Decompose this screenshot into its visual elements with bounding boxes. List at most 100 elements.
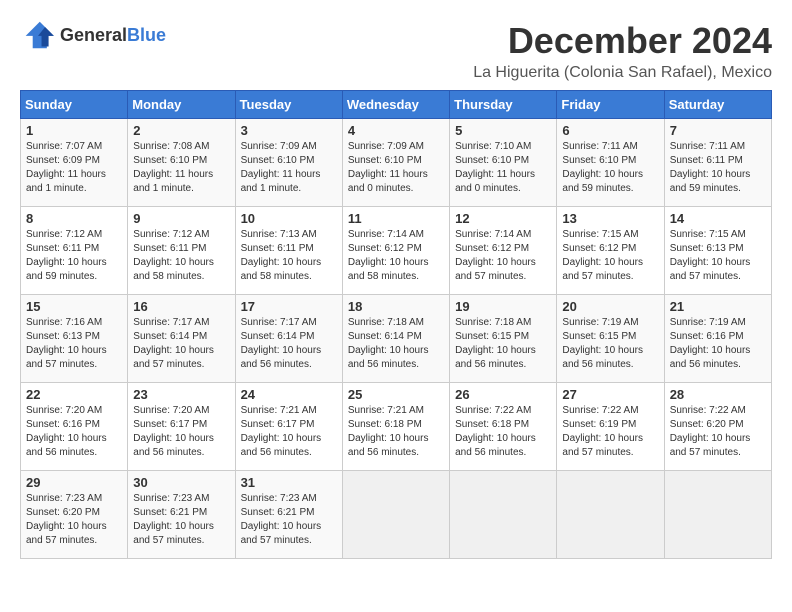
day-info: Sunrise: 7:08 AM Sunset: 6:10 PM Dayligh… [133,140,229,196]
daylight-label: Daylight: 10 hours and 57 minutes. [241,521,322,546]
day-info: Sunrise: 7:11 AM Sunset: 6:11 PM Dayligh… [670,140,766,196]
daylight-label: Daylight: 10 hours and 57 minutes. [562,433,643,458]
calendar-cell: 16 Sunrise: 7:17 AM Sunset: 6:14 PM Dayl… [128,295,235,383]
day-info: Sunrise: 7:15 AM Sunset: 6:13 PM Dayligh… [670,228,766,284]
daylight-label: Daylight: 10 hours and 57 minutes. [133,521,214,546]
sunset-label: Sunset: 6:11 PM [26,243,99,254]
day-info: Sunrise: 7:18 AM Sunset: 6:15 PM Dayligh… [455,316,551,372]
sunrise-label: Sunrise: 7:07 AM [26,141,102,152]
logo-blue: Blue [127,25,166,45]
day-number: 15 [26,299,122,314]
sunset-label: Sunset: 6:19 PM [562,419,636,430]
calendar-cell: 19 Sunrise: 7:18 AM Sunset: 6:15 PM Dayl… [450,295,557,383]
sunrise-label: Sunrise: 7:10 AM [455,141,531,152]
sunset-label: Sunset: 6:11 PM [241,243,314,254]
day-info: Sunrise: 7:09 AM Sunset: 6:10 PM Dayligh… [348,140,444,196]
calendar-cell: 20 Sunrise: 7:19 AM Sunset: 6:15 PM Dayl… [557,295,664,383]
calendar-cell: 17 Sunrise: 7:17 AM Sunset: 6:14 PM Dayl… [235,295,342,383]
daylight-label: Daylight: 10 hours and 57 minutes. [133,345,214,370]
calendar-cell [664,471,771,559]
sunset-label: Sunset: 6:10 PM [133,155,207,166]
sunrise-label: Sunrise: 7:20 AM [26,405,102,416]
day-info: Sunrise: 7:12 AM Sunset: 6:11 PM Dayligh… [133,228,229,284]
day-number: 18 [348,299,444,314]
day-info: Sunrise: 7:15 AM Sunset: 6:12 PM Dayligh… [562,228,658,284]
day-number: 14 [670,211,766,226]
calendar-table: SundayMondayTuesdayWednesdayThursdayFrid… [20,90,772,559]
sunrise-label: Sunrise: 7:14 AM [348,229,424,240]
calendar-cell: 24 Sunrise: 7:21 AM Sunset: 6:17 PM Dayl… [235,383,342,471]
day-info: Sunrise: 7:17 AM Sunset: 6:14 PM Dayligh… [241,316,337,372]
day-number: 5 [455,123,551,138]
calendar-cell [342,471,449,559]
sunrise-label: Sunrise: 7:21 AM [348,405,424,416]
daylight-label: Daylight: 10 hours and 59 minutes. [670,169,751,194]
sunrise-label: Sunrise: 7:20 AM [133,405,209,416]
sunset-label: Sunset: 6:13 PM [26,331,100,342]
logo: GeneralBlue [20,20,166,50]
calendar-cell: 21 Sunrise: 7:19 AM Sunset: 6:16 PM Dayl… [664,295,771,383]
sunset-label: Sunset: 6:12 PM [348,243,422,254]
daylight-label: Daylight: 11 hours and 1 minute. [241,169,321,194]
calendar-cell: 1 Sunrise: 7:07 AM Sunset: 6:09 PM Dayli… [21,119,128,207]
day-info: Sunrise: 7:19 AM Sunset: 6:15 PM Dayligh… [562,316,658,372]
calendar-cell: 8 Sunrise: 7:12 AM Sunset: 6:11 PM Dayli… [21,207,128,295]
day-info: Sunrise: 7:22 AM Sunset: 6:20 PM Dayligh… [670,404,766,460]
day-number: 2 [133,123,229,138]
day-number: 27 [562,387,658,402]
day-info: Sunrise: 7:20 AM Sunset: 6:16 PM Dayligh… [26,404,122,460]
daylight-label: Daylight: 10 hours and 57 minutes. [562,257,643,282]
day-number: 9 [133,211,229,226]
sunrise-label: Sunrise: 7:09 AM [241,141,317,152]
sunrise-label: Sunrise: 7:15 AM [670,229,746,240]
calendar-cell: 6 Sunrise: 7:11 AM Sunset: 6:10 PM Dayli… [557,119,664,207]
sunset-label: Sunset: 6:14 PM [241,331,315,342]
weekday-header-thursday: Thursday [450,91,557,119]
sunrise-label: Sunrise: 7:17 AM [133,317,209,328]
sunrise-label: Sunrise: 7:17 AM [241,317,317,328]
sunrise-label: Sunrise: 7:22 AM [455,405,531,416]
sunset-label: Sunset: 6:20 PM [26,507,100,518]
sunset-label: Sunset: 6:12 PM [562,243,636,254]
daylight-label: Daylight: 10 hours and 57 minutes. [670,257,751,282]
sunset-label: Sunset: 6:21 PM [133,507,207,518]
day-number: 29 [26,475,122,490]
calendar-cell: 18 Sunrise: 7:18 AM Sunset: 6:14 PM Dayl… [342,295,449,383]
calendar-cell: 2 Sunrise: 7:08 AM Sunset: 6:10 PM Dayli… [128,119,235,207]
sunrise-label: Sunrise: 7:12 AM [26,229,102,240]
page-header: GeneralBlue December 2024 La Higuerita (… [20,20,772,82]
sunset-label: Sunset: 6:12 PM [455,243,529,254]
sunrise-label: Sunrise: 7:23 AM [241,493,317,504]
calendar-cell: 15 Sunrise: 7:16 AM Sunset: 6:13 PM Dayl… [21,295,128,383]
calendar-cell: 23 Sunrise: 7:20 AM Sunset: 6:17 PM Dayl… [128,383,235,471]
sunset-label: Sunset: 6:17 PM [133,419,207,430]
daylight-label: Daylight: 10 hours and 58 minutes. [348,257,429,282]
sunrise-label: Sunrise: 7:16 AM [26,317,102,328]
day-number: 3 [241,123,337,138]
calendar-week-5: 29 Sunrise: 7:23 AM Sunset: 6:20 PM Dayl… [21,471,772,559]
sunset-label: Sunset: 6:20 PM [670,419,744,430]
weekday-header-row: SundayMondayTuesdayWednesdayThursdayFrid… [21,91,772,119]
daylight-label: Daylight: 10 hours and 56 minutes. [455,345,536,370]
day-number: 13 [562,211,658,226]
day-number: 26 [455,387,551,402]
calendar-cell: 26 Sunrise: 7:22 AM Sunset: 6:18 PM Dayl… [450,383,557,471]
daylight-label: Daylight: 10 hours and 58 minutes. [241,257,322,282]
sunrise-label: Sunrise: 7:12 AM [133,229,209,240]
calendar-week-4: 22 Sunrise: 7:20 AM Sunset: 6:16 PM Dayl… [21,383,772,471]
calendar-cell: 30 Sunrise: 7:23 AM Sunset: 6:21 PM Dayl… [128,471,235,559]
calendar-cell: 25 Sunrise: 7:21 AM Sunset: 6:18 PM Dayl… [342,383,449,471]
weekday-header-friday: Friday [557,91,664,119]
day-info: Sunrise: 7:07 AM Sunset: 6:09 PM Dayligh… [26,140,122,196]
calendar-cell: 10 Sunrise: 7:13 AM Sunset: 6:11 PM Dayl… [235,207,342,295]
calendar-cell: 31 Sunrise: 7:23 AM Sunset: 6:21 PM Dayl… [235,471,342,559]
weekday-header-monday: Monday [128,91,235,119]
day-number: 1 [26,123,122,138]
sunset-label: Sunset: 6:09 PM [26,155,100,166]
title-area: December 2024 La Higuerita (Colonia San … [473,20,772,82]
sunset-label: Sunset: 6:10 PM [455,155,529,166]
day-info: Sunrise: 7:16 AM Sunset: 6:13 PM Dayligh… [26,316,122,372]
day-number: 12 [455,211,551,226]
sunrise-label: Sunrise: 7:18 AM [455,317,531,328]
sunrise-label: Sunrise: 7:11 AM [670,141,745,152]
